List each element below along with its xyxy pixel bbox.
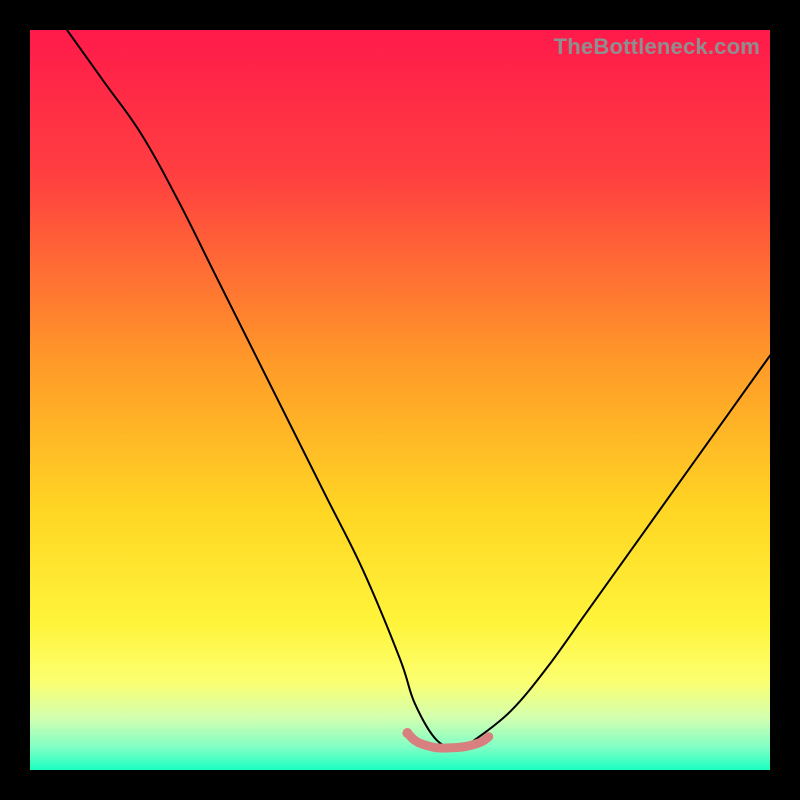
background-gradient bbox=[30, 30, 770, 770]
chart-area: TheBottleneck.com bbox=[30, 30, 770, 770]
watermark: TheBottleneck.com bbox=[554, 34, 760, 60]
